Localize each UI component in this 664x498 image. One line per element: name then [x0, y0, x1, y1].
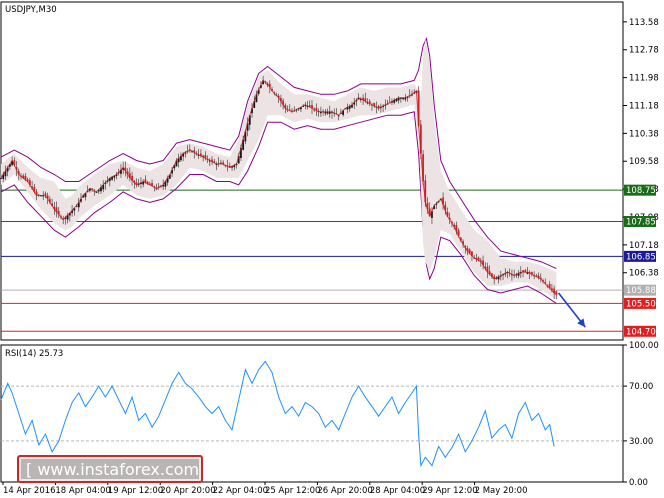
watermark: [ www.instaforex.com ]: [17, 455, 210, 483]
price-tick-label: 111.98: [629, 74, 659, 84]
rsi-panel-title: RSI(14) 25.73: [5, 349, 63, 359]
rsi-tick-label: 30.00: [629, 437, 653, 447]
time-tick-label: 28 Apr 04:00: [370, 486, 425, 496]
candle-body: [0, 177, 2, 179]
time-tick-label: 20 Apr 20:00: [160, 486, 215, 496]
price-tick-label: 107.18: [629, 241, 659, 251]
time-tick-label: 2 May 20:00: [475, 486, 528, 496]
price-tick-label: 109.58: [629, 157, 659, 167]
level-label: 104.70: [626, 327, 656, 337]
rsi-tick-label: 0.00: [629, 478, 648, 488]
level-label: 106.85: [626, 252, 656, 262]
level-label: 105.50: [626, 299, 656, 309]
rsi-tick-label: 70.00: [629, 382, 653, 392]
price-tick-label: 110.38: [629, 129, 659, 139]
time-tick-label: 29 Apr 12:00: [422, 486, 477, 496]
price-panel: 113.58 112.78 111.98 111.18 110.38 109.58 108.…: [0, 1, 659, 341]
chart-canvas: 113.58 112.78 111.98 111.18 110.38 109.58 108.…: [0, 1, 659, 496]
time-tick-label: 14 Apr 2016: [3, 486, 56, 496]
time-tick-label: 25 Apr 12:00: [265, 486, 320, 496]
rsi-tick-label: 100.00: [629, 341, 659, 351]
level-label: 105.88: [626, 286, 656, 296]
price-tick-label: 106.38: [629, 269, 659, 279]
level-label: 107.85: [626, 218, 656, 228]
time-tick-label: 18 Apr 04:00: [55, 486, 110, 496]
time-tick-label: 19 Apr 12:00: [108, 486, 163, 496]
time-axis: 14 Apr 2016 18 Apr 04:0019 Apr 12:0020 Ap…: [2, 482, 528, 496]
price-tick-label: 113.58: [629, 18, 659, 28]
watermark-text: [ www.instaforex.com ]: [26, 460, 210, 479]
level-label: 108.75: [626, 186, 656, 196]
price-tick-label: 112.78: [629, 46, 659, 56]
price-panel-title: USDJPY,M30: [5, 5, 57, 15]
time-tick-label: 26 Apr 20:00: [317, 486, 372, 496]
time-tick-label: 22 Apr 04:00: [213, 486, 268, 496]
price-tick-label: 111.18: [629, 101, 659, 111]
